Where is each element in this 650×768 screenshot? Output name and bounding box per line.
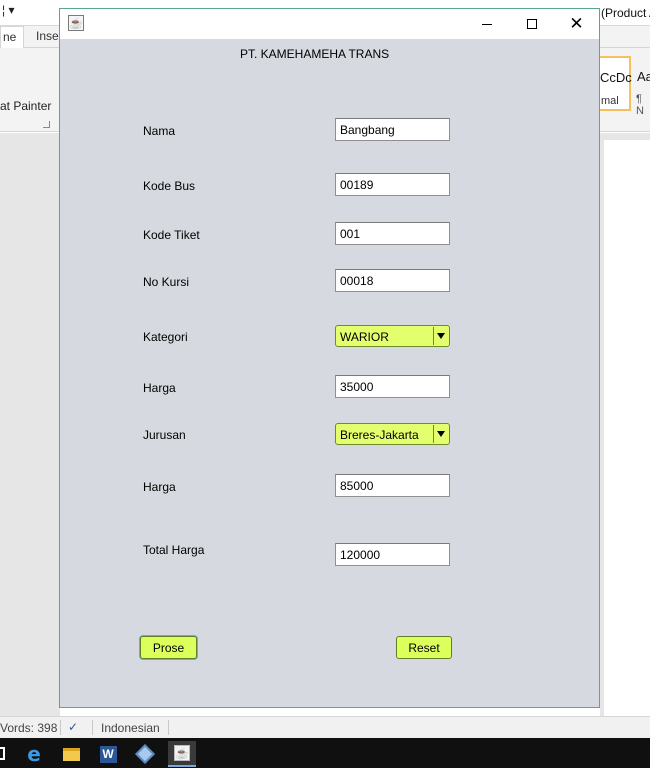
jurusan-combobox[interactable]: Breres-Jakarta	[335, 423, 450, 445]
jurusan-label: Jurusan	[143, 428, 186, 442]
kode-bus-label: Kode Bus	[143, 179, 196, 193]
proofing-icon[interactable]: ✓	[68, 720, 78, 734]
harga-jurusan-label: Harga	[143, 480, 176, 494]
word-document-page[interactable]	[604, 140, 650, 716]
nama-field[interactable]	[335, 118, 450, 141]
dialog-title-bar[interactable]: ☕ ✕	[60, 9, 599, 39]
word-icon[interactable]: W	[94, 741, 122, 767]
language-indicator[interactable]: Indonesian	[101, 721, 160, 735]
status-divider	[60, 720, 61, 735]
kategori-selected-value: WARIOR	[340, 330, 389, 344]
style-next-label: ¶ N	[636, 93, 644, 117]
maximize-icon	[526, 19, 537, 29]
style-normal-label: mal	[601, 95, 619, 107]
maximize-button[interactable]	[509, 9, 554, 39]
style-normal-preview: CcDc	[600, 70, 632, 85]
chevron-down-icon[interactable]	[433, 327, 448, 345]
harga-kategori-field[interactable]	[335, 375, 450, 398]
kategori-label: Kategori	[143, 330, 188, 344]
kode-tiket-label: Kode Tiket	[143, 228, 200, 242]
kode-bus-field[interactable]	[335, 173, 450, 196]
no-kursi-label: No Kursi	[143, 275, 190, 289]
java-app-icon[interactable]: ☕	[168, 741, 196, 767]
taskbar: e W ☕	[0, 738, 650, 768]
java-coffee-icon[interactable]: ☕	[68, 15, 84, 31]
form-heading: PT. KAMEHAMEHA TRANS	[240, 47, 390, 61]
close-button[interactable]: ✕	[554, 9, 599, 39]
app-cube-icon[interactable]	[131, 741, 159, 767]
style-normal[interactable]: CcDc mal	[597, 56, 632, 111]
word-document-title: (Product A	[601, 6, 650, 20]
jurusan-selected-value: Breres-Jakarta	[340, 428, 419, 442]
minimize-button[interactable]	[464, 9, 509, 39]
form-panel: PT. KAMEHAMEHA TRANS Nama Kode Bus Kode …	[60, 39, 599, 707]
close-icon: ✕	[569, 13, 584, 34]
edge-icon[interactable]: e	[20, 741, 48, 767]
quick-access-toolbar[interactable]: ¦ ▾	[2, 3, 14, 17]
tab-home[interactable]: ne	[0, 26, 24, 48]
harga-kategori-label: Harga	[143, 381, 176, 395]
clipboard-launcher-icon[interactable]	[43, 121, 50, 128]
file-explorer-icon[interactable]	[57, 741, 85, 767]
minimize-icon	[481, 23, 492, 25]
java-dialog-window: ☕ ✕ PT. KAMEHAMEHA TRANS Nama Kode Bus K…	[59, 8, 600, 708]
nama-label: Nama	[143, 124, 176, 138]
harga-jurusan-field[interactable]	[335, 474, 450, 497]
reset-button[interactable]: Reset	[396, 636, 452, 659]
word-status-bar: Vords: 398 ✓ Indonesian	[0, 716, 650, 738]
format-painter-button[interactable]: at Painter	[0, 99, 51, 113]
kategori-combobox[interactable]: WARIOR	[335, 325, 450, 347]
no-kursi-field[interactable]	[335, 269, 450, 292]
style-next-preview: Aa	[637, 69, 650, 84]
process-button[interactable]: Prose	[140, 636, 197, 659]
status-divider	[92, 720, 93, 735]
status-divider	[168, 720, 169, 735]
kode-tiket-field[interactable]	[335, 222, 450, 245]
word-count[interactable]: Vords: 398	[0, 721, 57, 735]
chevron-down-icon[interactable]	[433, 425, 448, 443]
total-harga-field[interactable]	[335, 543, 450, 566]
word-document-margin-left	[0, 133, 60, 716]
task-view-icon[interactable]	[0, 747, 5, 760]
total-harga-label: Total Harga	[143, 543, 205, 557]
